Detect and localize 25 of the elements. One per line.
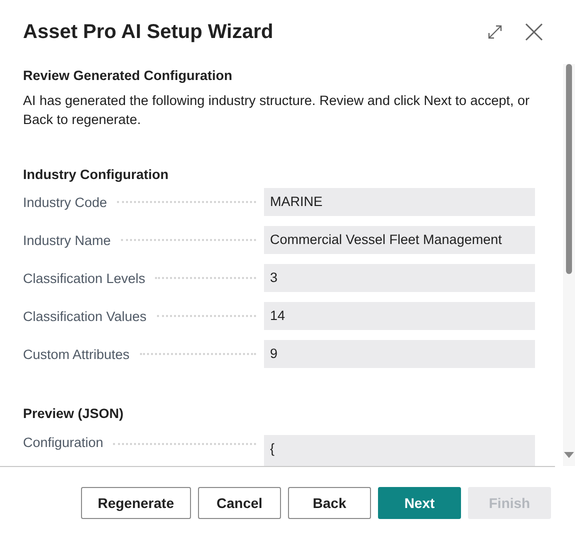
input-field[interactable]: 3 bbox=[264, 264, 535, 292]
field-label: Classification Levels bbox=[23, 270, 146, 286]
input-field[interactable]: 14 bbox=[264, 302, 535, 330]
wizard-button[interactable]: Back bbox=[288, 487, 371, 519]
field-label: Classification Values bbox=[23, 308, 147, 324]
window-title: Asset Pro AI Setup Wizard bbox=[23, 20, 274, 44]
field-label: Configuration bbox=[23, 435, 104, 450]
scrollbar[interactable] bbox=[563, 64, 575, 466]
input-field[interactable]: MARINE bbox=[264, 188, 535, 216]
field-label: Industry Code bbox=[23, 194, 108, 210]
step-description: AI has generated the following industry structure. Review and click Next to accept, or Back to regenerate. bbox=[23, 92, 531, 129]
wizard-button[interactable]: Cancel bbox=[198, 487, 281, 519]
wizard-button[interactable]: Regenerate bbox=[80, 487, 191, 519]
wizard-button[interactable]: Next bbox=[378, 487, 461, 519]
field-label: Industry Name bbox=[23, 232, 111, 248]
close-icon[interactable] bbox=[525, 23, 543, 41]
scroll-down-arrow-icon[interactable] bbox=[564, 452, 574, 458]
text-area[interactable]: { bbox=[264, 435, 535, 466]
input-field[interactable]: 9 bbox=[264, 340, 535, 368]
expand-icon[interactable] bbox=[487, 24, 503, 40]
step-heading: Review Generated Configuration bbox=[23, 68, 234, 83]
field-label: Custom Attributes bbox=[23, 346, 130, 362]
input-field[interactable]: Commercial Vessel Fleet Management bbox=[264, 226, 535, 254]
section-title: Industry Configuration bbox=[23, 167, 170, 182]
section-title: Preview (JSON) bbox=[23, 406, 125, 421]
